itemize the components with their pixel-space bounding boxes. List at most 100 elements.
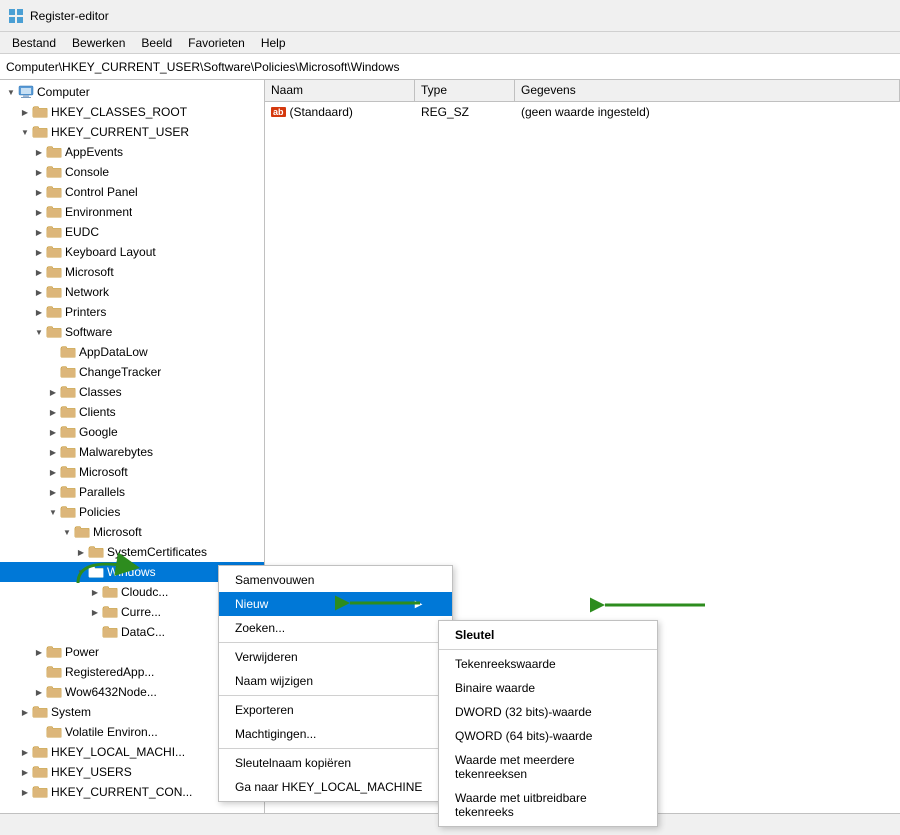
- tree-item-computer[interactable]: Computer: [0, 82, 264, 102]
- tree-item-malwarebytes[interactable]: Malwarebytes: [0, 442, 264, 462]
- tree-item-eudc[interactable]: EUDC: [0, 222, 264, 242]
- tree-item-label: Power: [65, 645, 99, 659]
- tree-item-label: Software: [65, 325, 112, 339]
- ctx-sleutelnaam[interactable]: Sleutelnaam kopiëren: [219, 751, 452, 775]
- ctx-machtigingen[interactable]: Machtigingen...: [219, 722, 452, 746]
- expand-arrow[interactable]: [18, 765, 32, 779]
- tree-item-microsoft2[interactable]: Microsoft: [0, 462, 264, 482]
- tree-item-appevents[interactable]: AppEvents: [0, 142, 264, 162]
- menu-help[interactable]: Help: [253, 34, 294, 52]
- ctx-exporteren-label: Exporteren: [235, 703, 294, 717]
- expand-arrow[interactable]: [46, 445, 60, 459]
- tree-item-controlpanel[interactable]: Control Panel: [0, 182, 264, 202]
- menu-bestand[interactable]: Bestand: [4, 34, 64, 52]
- tree-item-label: HKEY_CURRENT_CON...: [51, 785, 192, 799]
- ctx-sep2: [219, 695, 452, 696]
- expand-arrow[interactable]: [46, 465, 60, 479]
- tree-item-label: EUDC: [65, 225, 99, 239]
- tree-item-environment[interactable]: Environment: [0, 202, 264, 222]
- folder-icon: [60, 424, 76, 440]
- menu-beeld[interactable]: Beeld: [133, 34, 180, 52]
- ctx-naamwijzigen[interactable]: Naam wijzigen: [219, 669, 452, 693]
- expand-arrow[interactable]: [32, 165, 46, 179]
- tree-item-label: Environment: [65, 205, 132, 219]
- sub-tekenreeks[interactable]: Tekenreekswaarde: [439, 652, 657, 676]
- folder-icon: [102, 604, 118, 620]
- folder-icon: [46, 144, 62, 160]
- tree-item-google[interactable]: Google: [0, 422, 264, 442]
- expand-arrow[interactable]: [32, 645, 46, 659]
- expand-arrow[interactable]: [32, 145, 46, 159]
- sub-sep1: [439, 649, 657, 650]
- value-name: (Standaard): [290, 105, 353, 119]
- menu-bewerken[interactable]: Bewerken: [64, 34, 133, 52]
- tree-item-appdatalow[interactable]: AppDataLow: [0, 342, 264, 362]
- sub-qword[interactable]: QWORD (64 bits)-waarde: [439, 724, 657, 748]
- expand-arrow[interactable]: [46, 425, 60, 439]
- folder-icon: [60, 344, 76, 360]
- expand-arrow[interactable]: [32, 685, 46, 699]
- tree-item-label: DataC...: [121, 625, 165, 639]
- expand-arrow[interactable]: [32, 205, 46, 219]
- sub-binaire[interactable]: Binaire waarde: [439, 676, 657, 700]
- expand-arrow[interactable]: [46, 385, 60, 399]
- expand-arrow[interactable]: [32, 245, 46, 259]
- expand-arrow[interactable]: [46, 505, 60, 519]
- sub-binaire-label: Binaire waarde: [455, 681, 535, 695]
- tree-item-pol-microsoft[interactable]: Microsoft: [0, 522, 264, 542]
- sub-sleutel[interactable]: Sleutel: [439, 623, 657, 647]
- expand-arrow[interactable]: [32, 225, 46, 239]
- ctx-exporteren[interactable]: Exporteren: [219, 698, 452, 722]
- submenu: Sleutel Tekenreekswaarde Binaire waarde …: [438, 620, 658, 827]
- expand-arrow[interactable]: [18, 105, 32, 119]
- expand-arrow[interactable]: [4, 85, 18, 99]
- sub-uitbreidbare[interactable]: Waarde met uitbreidbare tekenreeks: [439, 786, 657, 824]
- tree-item-hkcu[interactable]: HKEY_CURRENT_USER: [0, 122, 264, 142]
- ctx-machtigingen-label: Machtigingen...: [235, 727, 316, 741]
- tree-item-microsoft[interactable]: Microsoft: [0, 262, 264, 282]
- tree-item-label: Printers: [65, 305, 106, 319]
- ctx-ganaarhklm[interactable]: Ga naar HKEY_LOCAL_MACHINE: [219, 775, 452, 799]
- folder-icon: [46, 304, 62, 320]
- expand-arrow[interactable]: [32, 265, 46, 279]
- expand-arrow[interactable]: [46, 405, 60, 419]
- tree-item-printers[interactable]: Printers: [0, 302, 264, 322]
- folder-icon: [46, 644, 62, 660]
- expand-arrow[interactable]: [60, 525, 74, 539]
- data-row[interactable]: ab (Standaard) REG_SZ (geen waarde inges…: [265, 102, 900, 122]
- tree-item-console[interactable]: Console: [0, 162, 264, 182]
- menu-favorieten[interactable]: Favorieten: [180, 34, 253, 52]
- tree-item-changetracker[interactable]: ChangeTracker: [0, 362, 264, 382]
- tree-item-software[interactable]: Software: [0, 322, 264, 342]
- sub-meerdere[interactable]: Waarde met meerdere tekenreeksen: [439, 748, 657, 786]
- expand-arrow[interactable]: [18, 785, 32, 799]
- sub-uitbreidbare-label: Waarde met uitbreidbare tekenreeks: [455, 791, 587, 819]
- expand-arrow[interactable]: [32, 285, 46, 299]
- expand-arrow[interactable]: [18, 125, 32, 139]
- expand-arrow[interactable]: [88, 605, 102, 619]
- folder-icon: [32, 744, 48, 760]
- sub-qword-label: QWORD (64 bits)-waarde: [455, 729, 592, 743]
- tree-item-keyboardlayout[interactable]: Keyboard Layout: [0, 242, 264, 262]
- tree-item-policies[interactable]: Policies: [0, 502, 264, 522]
- folder-icon: [32, 124, 48, 140]
- expand-arrow[interactable]: [18, 745, 32, 759]
- tree-item-network[interactable]: Network: [0, 282, 264, 302]
- sub-dword[interactable]: DWORD (32 bits)-waarde: [439, 700, 657, 724]
- expand-arrow[interactable]: [46, 485, 60, 499]
- address-bar: Computer\HKEY_CURRENT_USER\Software\Poli…: [0, 54, 900, 80]
- tree-item-hkcr[interactable]: HKEY_CLASSES_ROOT: [0, 102, 264, 122]
- expand-arrow[interactable]: [32, 185, 46, 199]
- expand-arrow[interactable]: [32, 305, 46, 319]
- tree-item-classes[interactable]: Classes: [0, 382, 264, 402]
- expand-arrow[interactable]: [18, 705, 32, 719]
- ctx-samenvouwen-label: Samenvouwen: [235, 573, 314, 587]
- expand-arrow[interactable]: [32, 325, 46, 339]
- tree-item-parallels[interactable]: Parallels: [0, 482, 264, 502]
- folder-icon: [60, 384, 76, 400]
- tree-item-clients[interactable]: Clients: [0, 402, 264, 422]
- col-name: Naam: [265, 80, 415, 101]
- ctx-verwijderen[interactable]: Verwijderen: [219, 645, 452, 669]
- tree-item-label: HKEY_CURRENT_USER: [51, 125, 189, 139]
- folder-icon: [46, 284, 62, 300]
